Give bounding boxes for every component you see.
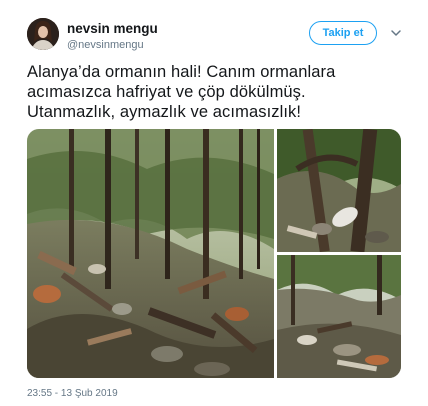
chevron-down-icon[interactable] xyxy=(389,26,403,40)
tweet-card: nevsin mengu @nevsinmengu Takip et Alany… xyxy=(0,0,428,406)
user-handle[interactable]: @nevsinmengu xyxy=(67,38,158,52)
follow-button[interactable]: Takip et xyxy=(309,21,377,45)
tweet-timestamp[interactable]: 23:55 - 13 Şub 2019 xyxy=(27,388,118,399)
photo-dumped-rubble[interactable] xyxy=(277,255,401,378)
display-name[interactable]: nevsin mengu xyxy=(67,21,158,37)
avatar[interactable] xyxy=(27,18,59,50)
photo-forest-debris[interactable] xyxy=(27,129,274,378)
photo-tree-trash[interactable] xyxy=(277,129,401,252)
tweet-text: Alanya’da ormanın hali! Canım ormanlara … xyxy=(27,63,336,121)
user-info: nevsin mengu @nevsinmengu xyxy=(67,21,158,52)
media-grid xyxy=(27,129,401,378)
